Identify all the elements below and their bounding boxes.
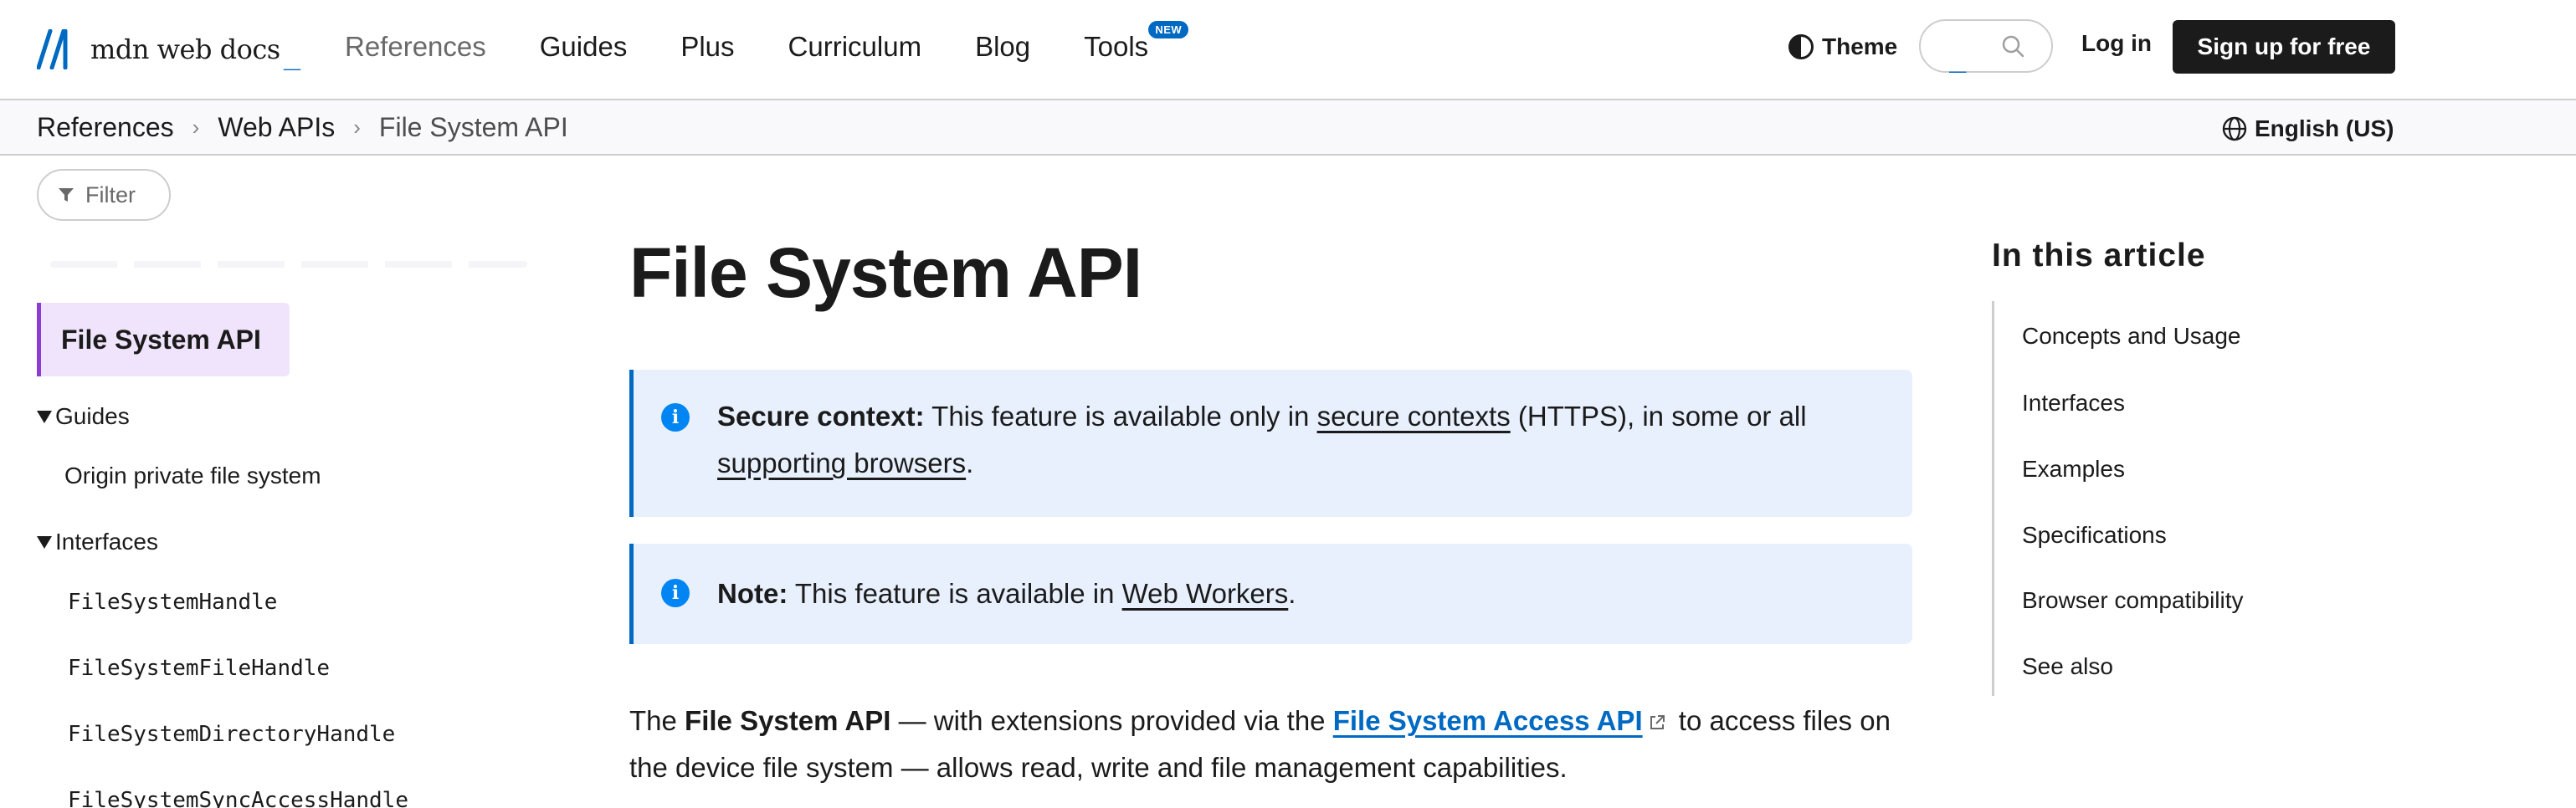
caret-down-icon xyxy=(37,410,52,423)
file-system-access-api-link[interactable]: File System Access API xyxy=(1333,705,1643,736)
secure-context-notice: i Secure context: This feature is availa… xyxy=(629,370,1912,517)
notice-text-part: This feature is available in xyxy=(788,578,1122,609)
toc-item-see-also[interactable]: See also xyxy=(2022,653,2113,680)
breadcrumb-references[interactable]: References xyxy=(37,112,174,143)
external-link-icon xyxy=(1650,715,1665,730)
caret-down-icon xyxy=(37,535,52,549)
notice-text-part: . xyxy=(966,447,974,478)
filter-icon xyxy=(59,188,74,202)
notice-label: Note: xyxy=(717,578,788,609)
web-workers-link[interactable]: Web Workers xyxy=(1122,578,1289,609)
toc-item-browser-compatibility[interactable]: Browser compatibility xyxy=(2022,587,2244,614)
chevron-right-icon: › xyxy=(353,114,361,140)
theme-contrast-icon xyxy=(1788,34,1814,59)
intro-paragraph: The File System API — with extensions pr… xyxy=(629,698,1912,791)
supporting-browsers-link[interactable]: supporting browsers xyxy=(717,447,966,478)
sidebar-item-origin-private-file-system[interactable]: Origin private file system xyxy=(64,463,321,489)
search-icon xyxy=(2002,35,2024,58)
sidebar-filter-input[interactable]: Filter xyxy=(37,169,171,221)
signup-button[interactable]: Sign up for free xyxy=(2173,20,2395,74)
toc-item-concepts-and-usage[interactable]: Concepts and Usage xyxy=(2022,323,2241,350)
toc-item-specifications[interactable]: Specifications xyxy=(2022,522,2167,549)
note-text: Note: This feature is available in Web W… xyxy=(717,570,1879,617)
sidebar-group-guides[interactable]: Guides xyxy=(37,403,130,430)
logo-cursor: _ xyxy=(283,38,301,71)
main-nav: References Guides Plus Curriculum Blog T… xyxy=(345,21,1202,69)
globe-icon xyxy=(2222,116,2247,141)
nav-blog[interactable]: Blog xyxy=(975,31,1030,63)
search-input[interactable]: _ xyxy=(1919,19,2053,73)
toc-item-interfaces[interactable]: Interfaces xyxy=(2022,390,2125,417)
nav-guides[interactable]: Guides xyxy=(540,31,628,63)
nav-references[interactable]: References xyxy=(345,31,486,63)
page-title: File System API xyxy=(629,233,1142,312)
login-link[interactable]: Log in xyxy=(2081,30,2152,57)
notice-label: Secure context: xyxy=(717,401,925,432)
sidebar-group-label: Guides xyxy=(55,403,130,429)
toc-title: In this article xyxy=(1992,238,2206,274)
theme-label: Theme xyxy=(1822,33,1898,59)
breadcrumb-bar: References › Web APIs › File System API … xyxy=(0,100,2576,156)
sidebar-item-filesystemfilehandle[interactable]: FileSystemFileHandle xyxy=(68,656,330,681)
chevron-right-icon: › xyxy=(192,114,200,140)
info-icon: i xyxy=(661,579,690,607)
mdn-logo-mark-icon xyxy=(37,29,68,69)
info-icon: i xyxy=(661,403,690,432)
sidebar-item-filesystemhandle[interactable]: FileSystemHandle xyxy=(68,590,277,615)
language-switcher[interactable]: English (US) xyxy=(2221,115,2394,142)
breadcrumb-web-apis[interactable]: Web APIs xyxy=(218,112,335,143)
intro-text-part: — with extensions provided via the xyxy=(890,705,1333,736)
mdn-logo[interactable]: mdn web docs _ xyxy=(37,28,301,71)
intro-bold: File System API xyxy=(685,705,891,736)
sidebar-group-label: Interfaces xyxy=(55,529,158,555)
sidebar-item-filesystemdirectoryhandle[interactable]: FileSystemDirectoryHandle xyxy=(68,722,395,747)
notice-text-part: (HTTPS), in some or all xyxy=(1510,401,1807,432)
sidebar-item-file-system-api[interactable]: File System API xyxy=(37,303,290,376)
nav-tools-label: Tools xyxy=(1084,31,1149,62)
notice-text-part: . xyxy=(1288,578,1296,609)
breadcrumb: References › Web APIs › File System API xyxy=(37,112,568,142)
logo-text: mdn web docs xyxy=(90,33,280,65)
sidebar-group-interfaces[interactable]: Interfaces xyxy=(37,529,158,555)
sidebar-item-filesystemsyncaccesshandle[interactable]: FileSystemSyncAccessHandle xyxy=(68,788,408,808)
nav-curriculum[interactable]: Curriculum xyxy=(788,31,922,63)
top-navigation-bar: mdn web docs _ References Guides Plus Cu… xyxy=(0,0,2576,100)
notice-text-part: This feature is available only in xyxy=(924,401,1317,432)
new-badge: NEW xyxy=(1148,21,1189,38)
search-caret: _ xyxy=(1949,40,1967,74)
nav-plus[interactable]: Plus xyxy=(680,31,734,63)
secure-context-text: Secure context: This feature is availabl… xyxy=(717,393,1879,487)
intro-text-part: The xyxy=(629,705,685,736)
note-notice: i Note: This feature is available in Web… xyxy=(629,544,1912,644)
breadcrumb-file-system-api[interactable]: File System API xyxy=(379,112,568,143)
toc-divider xyxy=(1992,301,1994,696)
secure-contexts-link[interactable]: secure contexts xyxy=(1317,401,1511,432)
nav-tools[interactable]: Tools NEW xyxy=(1084,21,1189,63)
toc-item-examples[interactable]: Examples xyxy=(2022,456,2125,483)
sidebar-divider xyxy=(50,261,527,268)
filter-placeholder: Filter xyxy=(85,182,136,207)
language-label: English (US) xyxy=(2255,115,2394,141)
theme-switcher-button[interactable]: Theme xyxy=(1788,30,1897,64)
